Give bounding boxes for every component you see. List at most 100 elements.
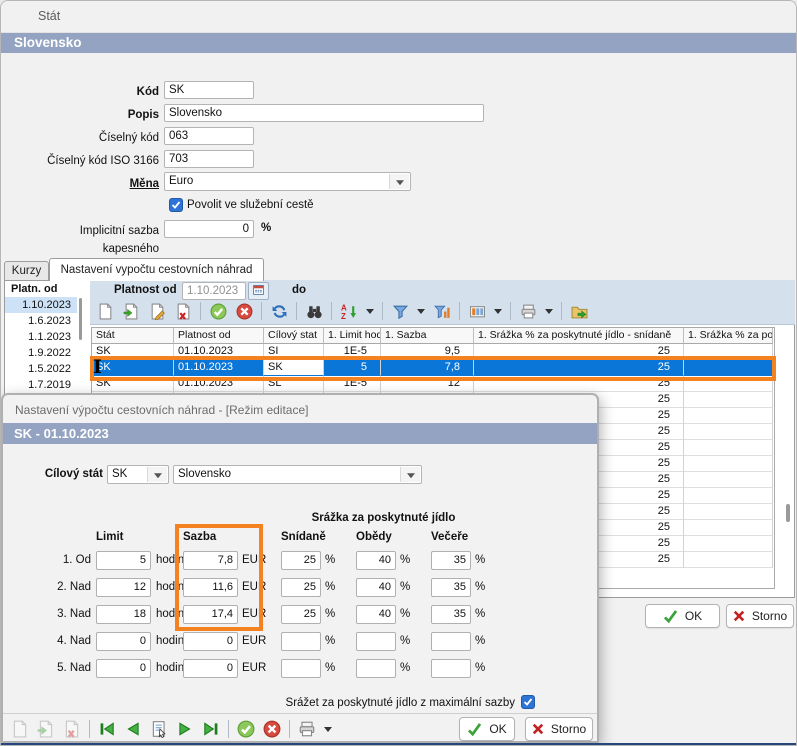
- kod-input[interactable]: SK: [164, 81, 254, 99]
- cilovy-stat-code-combo[interactable]: SK: [107, 465, 169, 484]
- table-vscrollbar[interactable]: [786, 504, 790, 522]
- table-cell: SK: [92, 360, 174, 376]
- window-title: Stát: [38, 9, 60, 23]
- mena-dropdown-button[interactable]: [389, 174, 409, 189]
- column-chooser-icon[interactable]: [468, 302, 486, 320]
- platnost-od-input[interactable]: 1.10.2023: [182, 282, 246, 300]
- cancel-icon[interactable]: [263, 720, 281, 738]
- sort-az-icon[interactable]: AZ: [340, 302, 358, 320]
- implicit-sazba-input[interactable]: 0: [164, 220, 254, 238]
- chevron-down-icon[interactable]: [324, 727, 332, 732]
- mena-label[interactable]: Měna: [21, 175, 159, 193]
- percent-label: %: [325, 581, 335, 593]
- date-list-item[interactable]: 1.9.2022: [5, 345, 77, 361]
- nav-first-icon[interactable]: [98, 720, 116, 738]
- cilovy-stat-name-combo[interactable]: Slovensko: [173, 465, 422, 484]
- export-folder-icon[interactable]: [570, 302, 588, 320]
- obedy-input[interactable]: [356, 632, 396, 651]
- vecere-input[interactable]: 35: [431, 578, 471, 597]
- calendar-button[interactable]: [248, 282, 269, 300]
- obedy-input[interactable]: 40: [356, 605, 396, 624]
- snidane-input[interactable]: 25: [281, 551, 321, 570]
- stat-window: Stát Slovensko Kód SK Popis Slovensko Čí…: [0, 0, 797, 746]
- popis-input[interactable]: Slovensko: [164, 104, 484, 122]
- delete-record-icon[interactable]: [174, 302, 192, 320]
- obedy-input[interactable]: [356, 659, 396, 678]
- cilovy-code-dropdown-button[interactable]: [147, 467, 167, 482]
- dialog-storno-button[interactable]: Storno: [525, 717, 593, 741]
- vecere-input[interactable]: [431, 659, 471, 678]
- sazba-input[interactable]: 11,6: [183, 578, 238, 597]
- cancel-icon[interactable]: [235, 302, 253, 320]
- snidane-input[interactable]: 25: [281, 578, 321, 597]
- dates-scrollbar[interactable]: [79, 298, 82, 340]
- refresh-icon[interactable]: [270, 302, 288, 320]
- srazet-checkbox[interactable]: [521, 695, 535, 709]
- cilovy-name-dropdown-button[interactable]: [400, 467, 420, 482]
- limit-input[interactable]: 5: [96, 551, 151, 570]
- date-list-item[interactable]: 1.5.2022: [5, 361, 77, 377]
- chevron-down-icon[interactable]: [417, 309, 425, 314]
- sazba-input[interactable]: 0: [183, 632, 238, 651]
- rate-row-label: 5. Nad: [17, 662, 91, 674]
- toolbar-separator: [510, 302, 511, 320]
- ciselny-kod-input[interactable]: 063: [164, 127, 254, 145]
- sazba-input[interactable]: 7,8: [183, 551, 238, 570]
- snidane-input[interactable]: [281, 659, 321, 678]
- ok-button[interactable]: OK: [645, 604, 720, 628]
- vecere-column-label: Večeře: [431, 531, 483, 543]
- chevron-down-icon[interactable]: [494, 309, 502, 314]
- new-document-icon[interactable]: [96, 302, 114, 320]
- date-list-item[interactable]: 1.6.2023: [5, 313, 77, 329]
- chevron-down-icon[interactable]: [545, 309, 553, 314]
- nav-last-icon[interactable]: [202, 720, 220, 738]
- confirm-icon[interactable]: [237, 720, 255, 738]
- record-list-icon[interactable]: [150, 720, 168, 738]
- povolit-checkbox[interactable]: [169, 198, 183, 212]
- limit-input[interactable]: 18: [96, 605, 151, 624]
- snidane-input[interactable]: [281, 632, 321, 651]
- chevron-down-icon[interactable]: [366, 309, 374, 314]
- table-cell: [684, 520, 773, 536]
- mena-combo[interactable]: Euro: [164, 172, 411, 191]
- table-cell: 01.10.2023: [174, 344, 264, 360]
- storno-button[interactable]: Storno: [726, 604, 794, 628]
- vecere-input[interactable]: 35: [431, 605, 471, 624]
- vecere-input[interactable]: 35: [431, 551, 471, 570]
- date-list-item[interactable]: 1.1.2023: [5, 329, 77, 345]
- limit-input[interactable]: 0: [96, 632, 151, 651]
- limit-input[interactable]: 0: [96, 659, 151, 678]
- print-icon[interactable]: [298, 720, 316, 738]
- snidane-input[interactable]: 25: [281, 605, 321, 624]
- table-row[interactable]: SK01.10.2023SI1E-59,525: [92, 344, 774, 360]
- search-binoculars-icon[interactable]: [305, 302, 323, 320]
- table-cell: SL: [264, 376, 324, 392]
- obedy-input[interactable]: 40: [356, 578, 396, 597]
- limit-input[interactable]: 12: [96, 578, 151, 597]
- print-icon[interactable]: [519, 302, 537, 320]
- confirm-icon[interactable]: [209, 302, 227, 320]
- nav-prev-icon[interactable]: [124, 720, 142, 738]
- filter-graph-icon[interactable]: [433, 302, 451, 320]
- obedy-input[interactable]: 40: [356, 551, 396, 570]
- vecere-input[interactable]: [431, 632, 471, 651]
- edit-record-icon[interactable]: [148, 302, 166, 320]
- tab-kurzy[interactable]: Kurzy: [4, 261, 49, 281]
- povolit-label: Povolit ve služební cestě: [187, 199, 314, 211]
- svg-text:Z: Z: [341, 311, 346, 319]
- nav-next-icon[interactable]: [176, 720, 194, 738]
- filter-icon[interactable]: [391, 302, 409, 320]
- table-row[interactable]: SK01.10.2023SK57,825: [92, 360, 774, 376]
- percent-label: %: [475, 635, 485, 647]
- sazba-input[interactable]: 0: [183, 659, 238, 678]
- dialog-ok-button[interactable]: OK: [459, 717, 515, 741]
- iso-kod-input[interactable]: 703: [164, 150, 254, 168]
- date-list-item[interactable]: 1.7.2019: [5, 377, 77, 393]
- date-list-item[interactable]: 1.10.2023: [5, 297, 77, 313]
- sazba-input[interactable]: 17,4: [183, 605, 238, 624]
- open-record-icon[interactable]: [122, 302, 140, 320]
- percent-label: %: [325, 554, 335, 566]
- table-row[interactable]: SK01.10.2023SL1E-51225: [92, 376, 774, 392]
- tab-nastaveni-nahrad[interactable]: Nastavení vypočtu cestovních náhrad: [49, 258, 264, 281]
- table-cell: SK: [264, 360, 324, 376]
